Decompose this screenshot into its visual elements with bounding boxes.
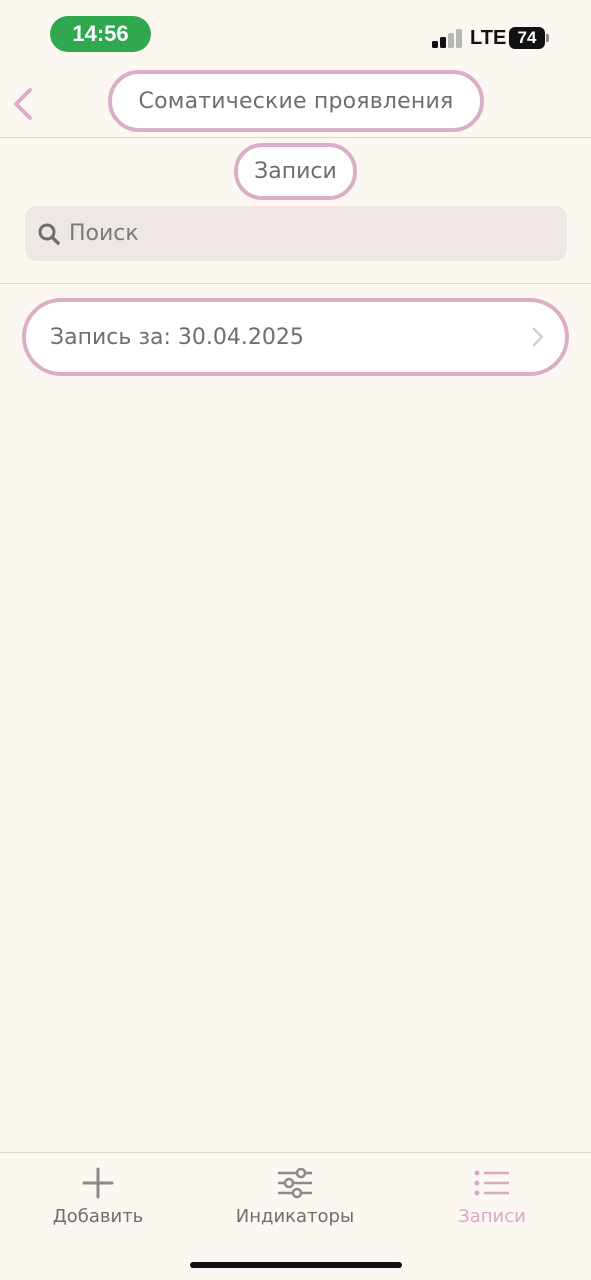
record-label: Запись за: 30.04.2025	[50, 324, 304, 350]
back-button[interactable]	[8, 84, 44, 124]
plus-icon	[82, 1167, 114, 1199]
tab-indicators[interactable]: Индикаторы	[205, 1166, 385, 1236]
tab-records[interactable]: Записи	[402, 1166, 582, 1236]
tab-bar: Добавить Индикаторы Записи	[0, 1152, 591, 1280]
tab-indicators-label: Индикаторы	[235, 1206, 355, 1227]
cellular-signal-icon	[432, 28, 464, 48]
battery-icon: 74	[509, 27, 545, 49]
home-indicator[interactable]	[190, 1262, 402, 1268]
tab-records-label: Записи	[458, 1206, 526, 1227]
section-title: Записи	[234, 143, 357, 200]
search-bar[interactable]	[25, 206, 567, 261]
sliders-icon	[278, 1167, 312, 1199]
battery-level: 74	[517, 28, 537, 47]
list-item-record[interactable]: Запись за: 30.04.2025	[22, 298, 569, 376]
tab-add-label: Добавить	[52, 1206, 144, 1227]
battery-cap	[546, 34, 549, 42]
chevron-left-icon	[14, 88, 32, 120]
status-bar: 14:56 LTE 74	[0, 0, 591, 64]
chevron-right-icon	[532, 327, 544, 347]
network-type: LTE	[470, 27, 507, 49]
status-time: 14:56	[50, 16, 151, 52]
search-input[interactable]	[69, 221, 509, 246]
search-icon	[38, 223, 60, 245]
list-icon	[474, 1170, 509, 1196]
search-divider	[0, 283, 591, 284]
page-title: Соматические проявления	[108, 70, 484, 132]
tab-add[interactable]: Добавить	[8, 1166, 188, 1236]
header-divider	[0, 137, 591, 138]
